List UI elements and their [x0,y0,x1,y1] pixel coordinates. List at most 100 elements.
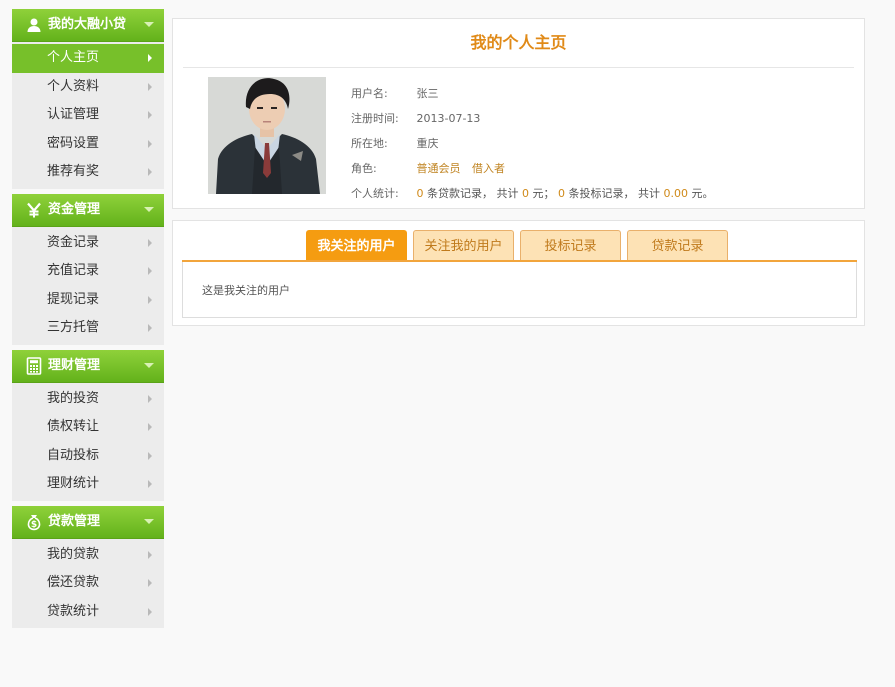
sidebar-item-investment-stats[interactable]: 理财统计 [12,470,164,499]
location-label: 所在地: [351,137,388,150]
bid-total-unit: 元。 [691,187,714,200]
sidebar-item-label: 自动投标 [47,447,100,463]
sidebar-item-profile[interactable]: 个人资料 [12,73,164,102]
sidebar-item-label: 充值记录 [47,263,100,278]
calculator-icon [25,350,43,382]
username-value: 张三 [416,87,439,100]
loan-total-unit: 元； [532,187,555,200]
chevron-right-icon [148,139,152,148]
chevron-right-icon [148,295,152,304]
sidebar-item-password[interactable]: 密码设置 [12,130,164,159]
loan-total-text: 共计 [496,187,519,200]
stats-label: 个人统计: [351,187,399,200]
sidebar-item-label: 债权转让 [47,419,100,434]
chevron-down-icon [144,22,154,27]
sidebar-item-label: 资金记录 [47,234,100,250]
sidebar-item-fund-records[interactable]: 资金记录 [12,229,164,258]
avatar [208,77,326,194]
sidebar-item-my-loans[interactable]: 我的贷款 [12,541,164,570]
sidebar-group-title: 我的大融小贷 [48,17,127,32]
chevron-down-icon [144,362,154,368]
role-label: 角色: [351,162,377,175]
chevron-right-icon [148,324,152,332]
sidebar-item-withdraw-records[interactable]: 提现记录 [12,286,164,315]
sidebar-item-label: 个人主页 [47,50,100,65]
sidebar-group-title: 理财管理 [48,357,101,373]
user-icon [25,9,43,41]
sidebar-group-title: 贷款管理 [48,513,101,529]
sidebar-group-header[interactable]: $ 贷款管理 [12,505,164,539]
chevron-right-icon [148,451,152,460]
tab-loan-records[interactable]: 贷款记录 [627,230,728,260]
register-date-value: 2013-07-13 [416,112,481,125]
tab-following[interactable]: 我关注的用户 [306,230,407,260]
sidebar-item-my-investments[interactable]: 我的投资 [12,385,164,414]
sidebar-group-funds: 资金管理 资金记录 充值记录 提现记录 三方托管 [12,193,164,345]
location-row: 所在地: 重庆 [351,131,714,156]
sidebar-item-label: 理财统计 [47,476,100,491]
sidebar: 我的大融小贷 个人主页 个人资料 认证管理 密码设置 推荐有奖 资金管理 资金记… [12,9,164,633]
role-row: 角色: 普通会员 借入者 [351,156,714,181]
sidebar-item-label: 三方托管 [47,320,100,335]
money-bag-icon: $ [25,506,43,538]
sidebar-item-label: 密码设置 [47,135,100,151]
sidebar-item-label: 我的投资 [47,390,100,406]
chevron-right-icon [148,423,152,431]
tab-content-text: 这是我关注的用户 [202,284,290,297]
role-badge-borrower: 借入者 [472,162,505,175]
loan-records-text: 条贷款记录， [427,187,493,200]
tabs-panel: 我关注的用户 关注我的用户 投标记录 贷款记录 这是我关注的用户 [172,220,865,326]
sidebar-item-label: 推荐有奖 [47,164,100,179]
username-row: 用户名: 张三 [351,81,714,106]
sidebar-item-debt-transfer[interactable]: 债权转让 [12,413,164,442]
sidebar-group-header[interactable]: 资金管理 [12,193,164,227]
sidebar-group-header[interactable]: 我的大融小贷 [12,9,164,42]
chevron-right-icon [148,238,152,247]
chevron-right-icon [148,111,152,119]
chevron-right-icon [148,267,152,275]
sidebar-group-account: 我的大融小贷 个人主页 个人资料 认证管理 密码设置 推荐有奖 [12,9,164,189]
sidebar-item-loan-stats[interactable]: 贷款统计 [12,598,164,627]
sidebar-item-homepage[interactable]: 个人主页 [12,44,164,73]
location-value: 重庆 [416,137,439,150]
chevron-right-icon [148,579,152,587]
sidebar-group-header[interactable]: 理财管理 [12,349,164,383]
tab-followers[interactable]: 关注我的用户 [413,230,514,260]
sidebar-item-label: 贷款统计 [47,603,100,619]
profile-panel: 我的个人主页 用户名: 张三 注册时间: 2013-07-13 所在地: 重庆 … [172,18,865,209]
stats-row: 个人统计: 0 条贷款记录， 共计 0 元； 0 条投标记录， 共计 0.00 … [351,181,714,206]
sidebar-item-label: 提现记录 [47,291,100,307]
chevron-right-icon [148,82,152,91]
sidebar-item-label: 偿还贷款 [47,575,100,590]
role-badge-member: 普通会员 [416,162,461,175]
sidebar-group-title: 资金管理 [48,201,101,217]
sidebar-item-escrow[interactable]: 三方托管 [12,314,164,343]
sidebar-item-recharge-records[interactable]: 充值记录 [12,257,164,286]
tab-bid-records[interactable]: 投标记录 [520,230,621,260]
sidebar-item-label: 我的贷款 [47,546,100,562]
sidebar-item-repay-loans[interactable]: 偿还贷款 [12,569,164,598]
chevron-right-icon [148,550,152,559]
bid-total-amount: 0.00 [663,187,689,200]
username-label: 用户名: [351,87,388,100]
loan-total-amount: 0 [522,187,529,200]
chevron-right-icon [148,394,152,403]
loan-count: 0 [416,187,424,200]
sidebar-item-referral[interactable]: 推荐有奖 [12,158,164,187]
sidebar-item-label: 个人资料 [47,78,100,94]
tab-bar: 我关注的用户 关注我的用户 投标记录 贷款记录 [306,230,734,261]
register-date-row: 注册时间: 2013-07-13 [351,106,714,131]
chevron-right-icon [148,480,152,488]
chevron-right-icon [148,168,152,176]
sidebar-group-investment: 理财管理 我的投资 债权转让 自动投标 理财统计 [12,349,164,501]
chevron-down-icon [144,206,154,212]
sidebar-item-auto-bid[interactable]: 自动投标 [12,442,164,471]
sidebar-item-verification[interactable]: 认证管理 [12,101,164,130]
svg-text:$: $ [31,520,37,530]
bid-count: 0 [558,187,565,200]
register-date-label: 注册时间: [351,112,399,125]
profile-info: 用户名: 张三 注册时间: 2013-07-13 所在地: 重庆 角色: 普通会… [351,81,714,206]
chevron-right-icon [148,54,152,62]
sidebar-item-label: 认证管理 [47,107,100,122]
bid-total-text: 共计 [638,187,660,200]
